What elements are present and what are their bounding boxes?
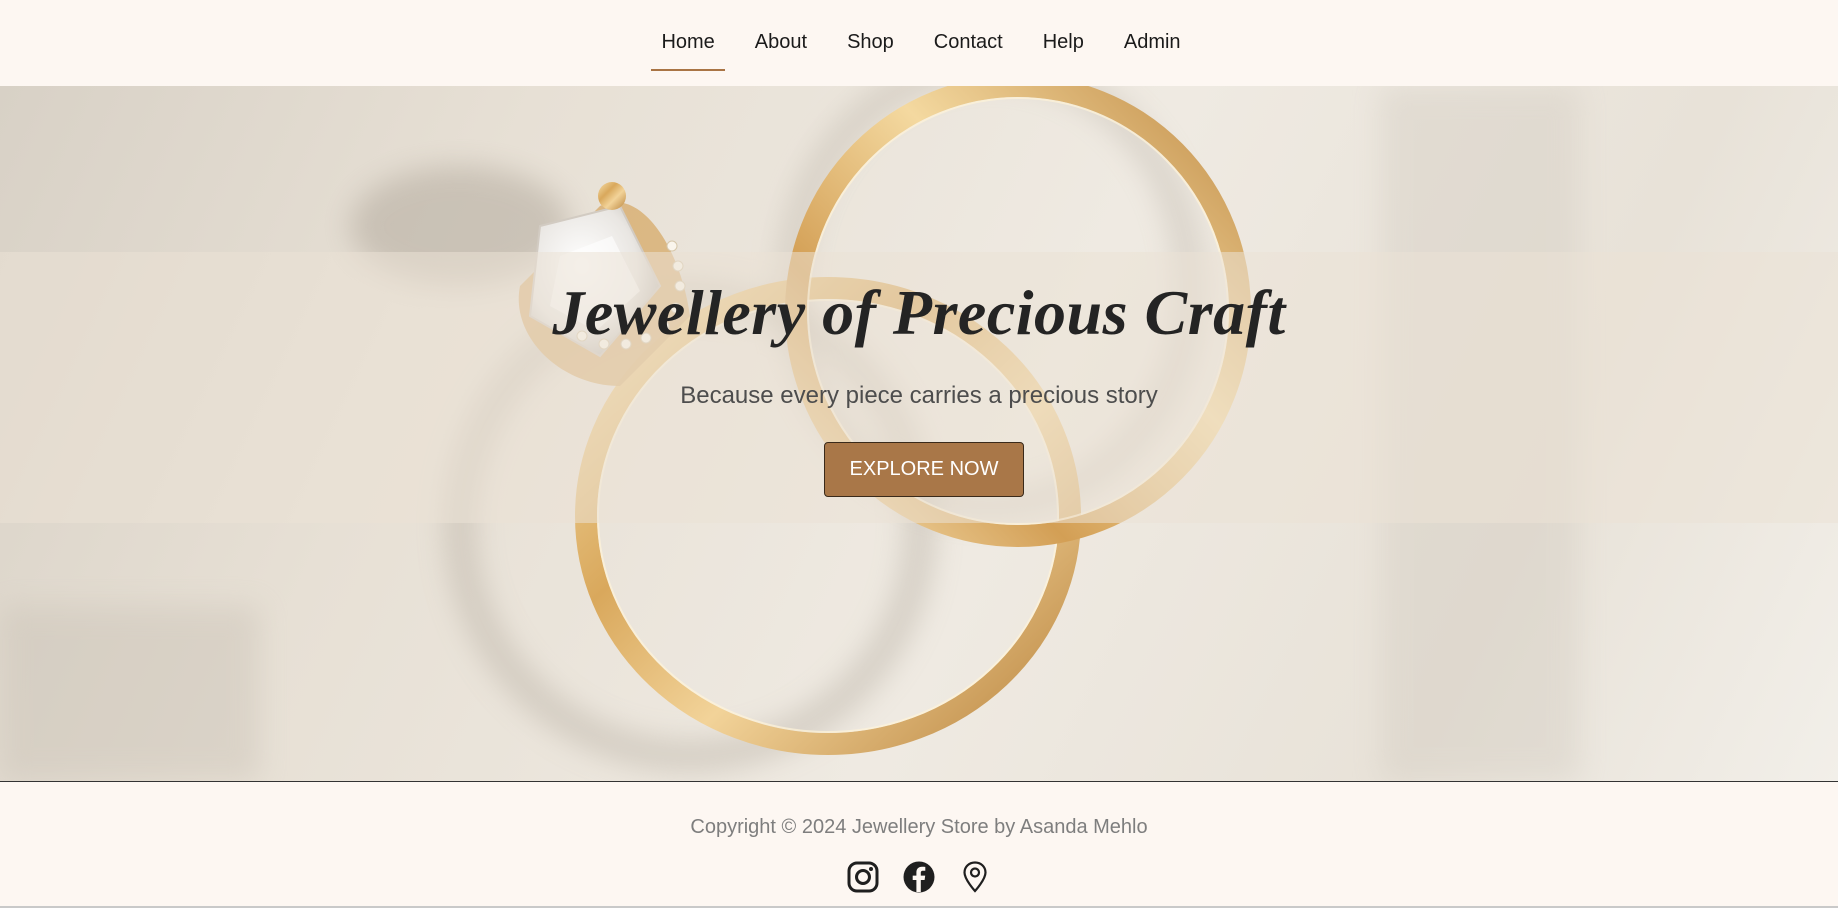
facebook-icon[interactable]	[902, 860, 936, 894]
nav-item-help[interactable]: Help	[1033, 21, 1094, 63]
explore-now-button[interactable]: EXPLORE NOW	[824, 442, 1024, 497]
hero-section: Jewellery of Precious Craft Because ever…	[0, 86, 1838, 782]
top-nav: Home About Shop Contact Help Admin	[0, 0, 1838, 86]
nav-item-contact[interactable]: Contact	[924, 21, 1013, 63]
nav-item-home[interactable]: Home	[651, 21, 726, 71]
nav-list: Home About Shop Contact Help Admin	[641, 21, 1200, 71]
nav-item-shop[interactable]: Shop	[837, 21, 904, 63]
hero-subtitle: Because every piece carries a precious s…	[680, 382, 1158, 409]
instagram-icon[interactable]	[846, 860, 880, 894]
copyright-text: Copyright © 2024 Jewellery Store by Asan…	[690, 816, 1148, 838]
footer: Copyright © 2024 Jewellery Store by Asan…	[0, 782, 1838, 908]
hero-title: Jewellery of Precious Craft	[552, 277, 1286, 348]
map-pin-icon[interactable]	[958, 860, 992, 894]
nav-item-admin[interactable]: Admin	[1114, 21, 1191, 63]
nav-item-about[interactable]: About	[745, 21, 817, 63]
social-links	[0, 860, 1838, 894]
